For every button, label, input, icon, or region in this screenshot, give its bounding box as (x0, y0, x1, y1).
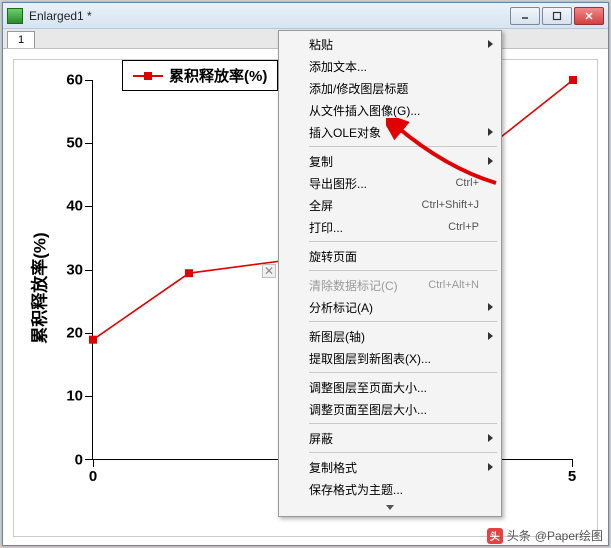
close-button[interactable] (574, 7, 604, 25)
menu-item[interactable]: 粘贴 (281, 33, 499, 55)
menu-item[interactable]: 从文件插入图像(G)... (281, 99, 499, 121)
menu-separator (309, 423, 497, 424)
menu-item[interactable]: 插入OLE对象 (281, 121, 499, 143)
watermark: 头 头条 @Paper绘图 (487, 527, 603, 544)
menu-item-label: 导出图形... (309, 175, 455, 192)
titlebar[interactable]: Enlarged1 * (3, 3, 608, 29)
menu-item: 清除数据标记(C)Ctrl+Alt+N (281, 274, 499, 296)
menu-item[interactable]: 保存格式为主题... (281, 478, 499, 500)
ytick-50: 50 (59, 135, 83, 152)
menu-separator (309, 146, 497, 147)
menu-item-label: 复制格式 (309, 459, 479, 476)
menu-item[interactable]: 新图层(轴) (281, 325, 499, 347)
window-title: Enlarged1 * (29, 9, 510, 23)
ytick-0: 0 (59, 452, 83, 469)
menu-item[interactable]: 旋转页面 (281, 245, 499, 267)
submenu-arrow-icon (488, 463, 493, 471)
menu-item-label: 插入OLE对象 (309, 124, 479, 141)
submenu-arrow-icon (488, 332, 493, 340)
xtick-5: 5 (568, 468, 576, 485)
menu-item[interactable]: 打印...Ctrl+P (281, 216, 499, 238)
ytick-20: 20 (59, 325, 83, 342)
menu-item-label: 打印... (309, 219, 448, 236)
menu-item-accelerator: Ctrl+ (455, 177, 479, 189)
ytick-40: 40 (59, 198, 83, 215)
menu-separator (309, 241, 497, 242)
tab-1[interactable]: 1 (7, 31, 35, 48)
menu-item[interactable]: 添加文本... (281, 55, 499, 77)
legend-swatch-icon (133, 75, 163, 77)
menu-separator (309, 321, 497, 322)
ytick-60: 60 (59, 72, 83, 89)
ytick-30: 30 (59, 262, 83, 279)
menu-item-label: 新图层(轴) (309, 328, 479, 345)
menu-item-label: 全屏 (309, 197, 422, 214)
menu-separator (309, 372, 497, 373)
context-menu: 粘贴添加文本... 添加/修改图层标题从文件插入图像(G)... 插入OLE对象复制… (278, 30, 502, 517)
menu-item-accelerator: Ctrl+Alt+N (428, 279, 479, 291)
menu-item[interactable]: 复制 (281, 150, 499, 172)
menu-item[interactable]: 分析标记(A) (281, 296, 499, 318)
menu-expand-icon[interactable] (281, 500, 499, 514)
menu-item-label: 旋转页面 (309, 248, 479, 265)
menu-item-label: 复制 (309, 153, 479, 170)
menu-item[interactable]: 导出图形...Ctrl+ (281, 172, 499, 194)
submenu-arrow-icon (488, 434, 493, 442)
menu-item-label: 调整图层至页面大小... (309, 379, 479, 396)
panel-close-icon[interactable]: ✕ (262, 264, 276, 278)
menu-item-label: 粘贴 (309, 36, 479, 53)
watermark-icon: 头 (487, 528, 503, 544)
xtick-0: 0 (89, 468, 97, 485)
ytick-10: 10 (59, 388, 83, 405)
menu-item[interactable]: 全屏Ctrl+Shift+J (281, 194, 499, 216)
menu-item-label: 添加/修改图层标题 (309, 80, 479, 97)
menu-item-label: 从文件插入图像(G)... (309, 102, 479, 119)
submenu-arrow-icon (488, 40, 493, 48)
menu-item-label: 保存格式为主题... (309, 481, 479, 498)
menu-item[interactable]: 复制格式 (281, 456, 499, 478)
minimize-button[interactable] (510, 7, 540, 25)
menu-item-label: 提取图层到新图表(X)... (309, 350, 479, 367)
submenu-arrow-icon (488, 303, 493, 311)
menu-item-label: 分析标记(A) (309, 299, 479, 316)
menu-item[interactable]: 调整页面至图层大小... (281, 398, 499, 420)
submenu-arrow-icon (488, 157, 493, 165)
menu-item-label: 添加文本... (309, 58, 479, 75)
menu-item-label: 调整页面至图层大小... (309, 401, 479, 418)
menu-item[interactable]: 屏蔽 (281, 427, 499, 449)
menu-item-label: 屏蔽 (309, 430, 479, 447)
menu-item-accelerator: Ctrl+P (448, 221, 479, 233)
watermark-prefix: 头条 (507, 527, 531, 544)
menu-item[interactable]: 提取图层到新图表(X)... (281, 347, 499, 369)
maximize-button[interactable] (542, 7, 572, 25)
app-icon (7, 8, 23, 24)
menu-item-label: 清除数据标记(C) (309, 277, 428, 294)
menu-separator (309, 452, 497, 453)
menu-separator (309, 270, 497, 271)
menu-item[interactable]: 调整图层至页面大小... (281, 376, 499, 398)
submenu-arrow-icon (488, 128, 493, 136)
window-buttons (510, 7, 604, 25)
menu-item[interactable]: 添加/修改图层标题 (281, 77, 499, 99)
watermark-handle: @Paper绘图 (535, 527, 603, 544)
menu-item-accelerator: Ctrl+Shift+J (422, 199, 479, 211)
y-axis-label: 累积释放率(%) (26, 232, 51, 343)
